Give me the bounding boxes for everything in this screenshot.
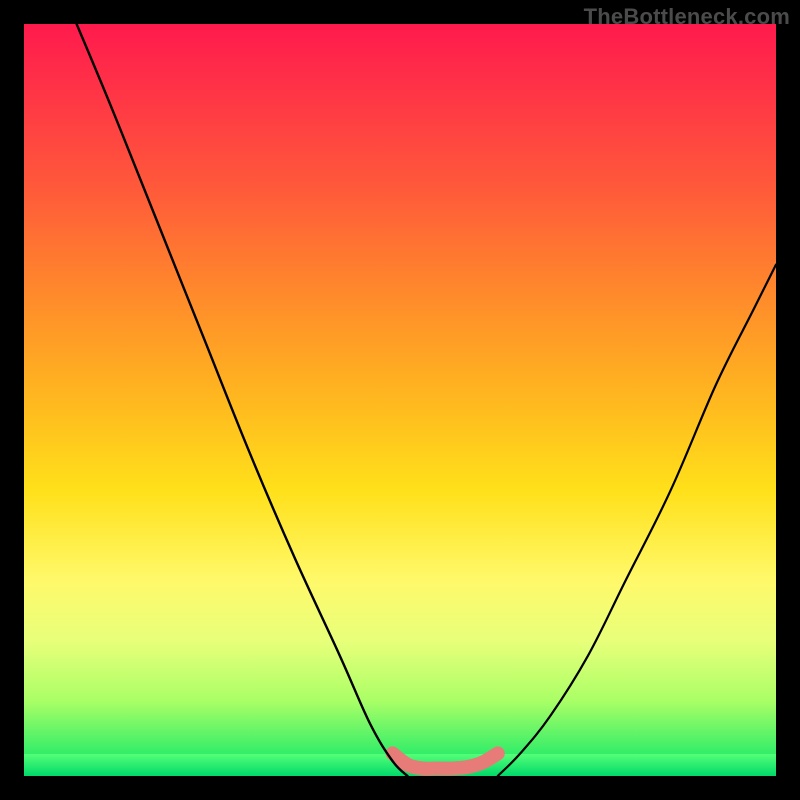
plot-area xyxy=(24,24,776,776)
chart-stage: TheBottleneck.com xyxy=(0,0,800,800)
left-curve-path xyxy=(77,24,408,776)
curves-svg xyxy=(24,24,776,776)
valley-marker-path xyxy=(393,753,498,768)
right-curve-path xyxy=(498,265,776,776)
